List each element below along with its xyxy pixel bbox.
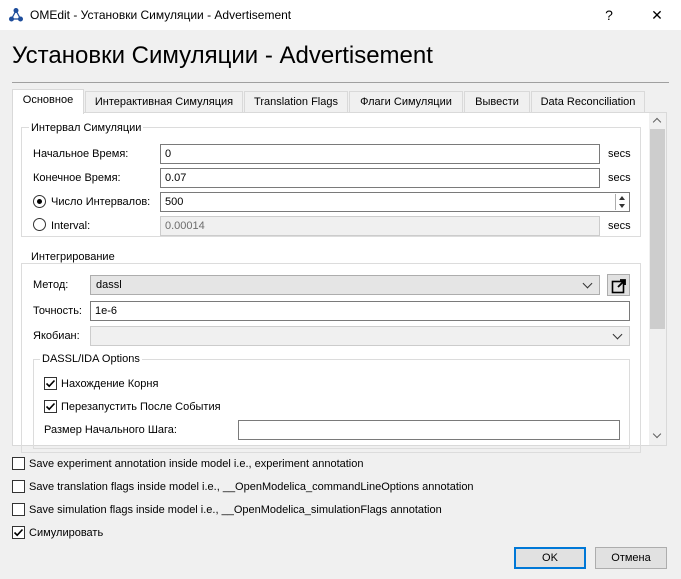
spin-up-icon[interactable] bbox=[619, 196, 625, 200]
help-icon: ? bbox=[605, 7, 613, 23]
checkmark-icon bbox=[45, 402, 56, 411]
spin-down-icon[interactable] bbox=[619, 204, 625, 208]
tab-output[interactable]: Вывести bbox=[464, 91, 530, 113]
tolerance-label: Точность: bbox=[33, 305, 82, 317]
stop-time-label: Конечное Время: bbox=[33, 172, 121, 184]
dialog-heading: Установки Симуляции - Advertisement bbox=[12, 42, 433, 69]
start-time-unit: secs bbox=[608, 148, 631, 160]
save-translation-flags-label: Save translation flags inside model i.e.… bbox=[29, 481, 474, 493]
spinbox-buttons[interactable] bbox=[615, 194, 628, 210]
stop-time-unit: secs bbox=[608, 172, 631, 184]
tab-general[interactable]: Основное bbox=[12, 89, 84, 114]
method-label: Метод: bbox=[33, 279, 69, 291]
root-finding-label: Нахождение Корня bbox=[61, 378, 159, 390]
restart-after-event-label: Перезапустить После События bbox=[61, 401, 221, 413]
simulate-checkbox[interactable] bbox=[12, 526, 25, 539]
interval-unit: secs bbox=[608, 220, 631, 232]
tab-interactive-simulation[interactable]: Интерактивная Симуляция bbox=[85, 91, 243, 113]
omedit-app-icon bbox=[9, 8, 23, 22]
scroll-down-icon[interactable] bbox=[652, 429, 662, 439]
help-button[interactable]: ? bbox=[586, 0, 632, 30]
jacobian-label: Якобиан: bbox=[33, 330, 80, 342]
title-bar: OMEdit - Установки Симуляции - Advertise… bbox=[0, 0, 681, 30]
interval-input[interactable]: 0.00014 bbox=[160, 216, 600, 236]
initial-step-size-input[interactable] bbox=[238, 420, 620, 440]
method-select[interactable]: dassl bbox=[90, 275, 600, 295]
restart-after-event-checkbox[interactable] bbox=[44, 400, 57, 413]
number-of-intervals-radio[interactable] bbox=[33, 195, 46, 208]
open-external-icon bbox=[611, 279, 626, 294]
vertical-scrollbar[interactable] bbox=[649, 113, 666, 445]
chevron-down-icon bbox=[612, 329, 623, 340]
dassl-ida-options-title: DASSL/IDA Options bbox=[40, 353, 142, 365]
tolerance-input[interactable]: 1e-6 bbox=[90, 301, 630, 321]
root-finding-checkbox[interactable] bbox=[44, 377, 57, 390]
tab-data-reconciliation[interactable]: Data Reconciliation bbox=[531, 91, 645, 113]
save-simulation-flags-checkbox[interactable] bbox=[12, 503, 25, 516]
initial-step-size-label: Размер Начального Шага: bbox=[44, 424, 177, 436]
chevron-down-icon bbox=[582, 278, 593, 289]
interval-radio[interactable] bbox=[33, 218, 46, 231]
general-tab-pane: Интервал Симуляции Начальное Время: 0 se… bbox=[12, 112, 667, 453]
method-value: dassl bbox=[96, 279, 122, 291]
window-title: OMEdit - Установки Симуляции - Advertise… bbox=[30, 8, 292, 22]
interval-label: Interval: bbox=[51, 220, 91, 232]
close-icon: ✕ bbox=[651, 6, 663, 23]
number-of-intervals-spinbox[interactable]: 500 bbox=[160, 192, 630, 212]
save-experiment-annotation-label: Save experiment annotation inside model … bbox=[29, 458, 364, 470]
save-experiment-annotation-checkbox[interactable] bbox=[12, 457, 25, 470]
ok-button[interactable]: OK bbox=[514, 547, 586, 569]
save-translation-flags-checkbox[interactable] bbox=[12, 480, 25, 493]
simulation-interval-title: Интервал Симуляции bbox=[29, 122, 144, 134]
radio-selected-dot bbox=[37, 199, 42, 204]
save-simulation-flags-label: Save simulation flags inside model i.e.,… bbox=[29, 504, 442, 516]
cancel-button[interactable]: Отмена bbox=[595, 547, 667, 569]
start-time-label: Начальное Время: bbox=[33, 148, 129, 160]
tab-translation-flags[interactable]: Translation Flags bbox=[244, 91, 348, 113]
jacobian-select[interactable] bbox=[90, 326, 630, 346]
scroll-up-icon[interactable] bbox=[652, 117, 662, 127]
integration-title: Интегрирование bbox=[29, 251, 117, 263]
stop-time-input[interactable]: 0.07 bbox=[160, 168, 600, 188]
heading-divider bbox=[12, 82, 669, 83]
simulate-label: Симулировать bbox=[29, 527, 104, 539]
checkmark-icon bbox=[45, 379, 56, 388]
method-info-button[interactable] bbox=[607, 274, 630, 296]
start-time-input[interactable]: 0 bbox=[160, 144, 600, 164]
checkmark-icon bbox=[13, 528, 24, 537]
tab-simulation-flags[interactable]: Флаги Симуляции bbox=[349, 91, 463, 113]
scrollbar-thumb[interactable] bbox=[650, 129, 665, 329]
number-of-intervals-label: Число Интервалов: bbox=[51, 196, 151, 208]
close-button[interactable]: ✕ bbox=[634, 0, 680, 30]
